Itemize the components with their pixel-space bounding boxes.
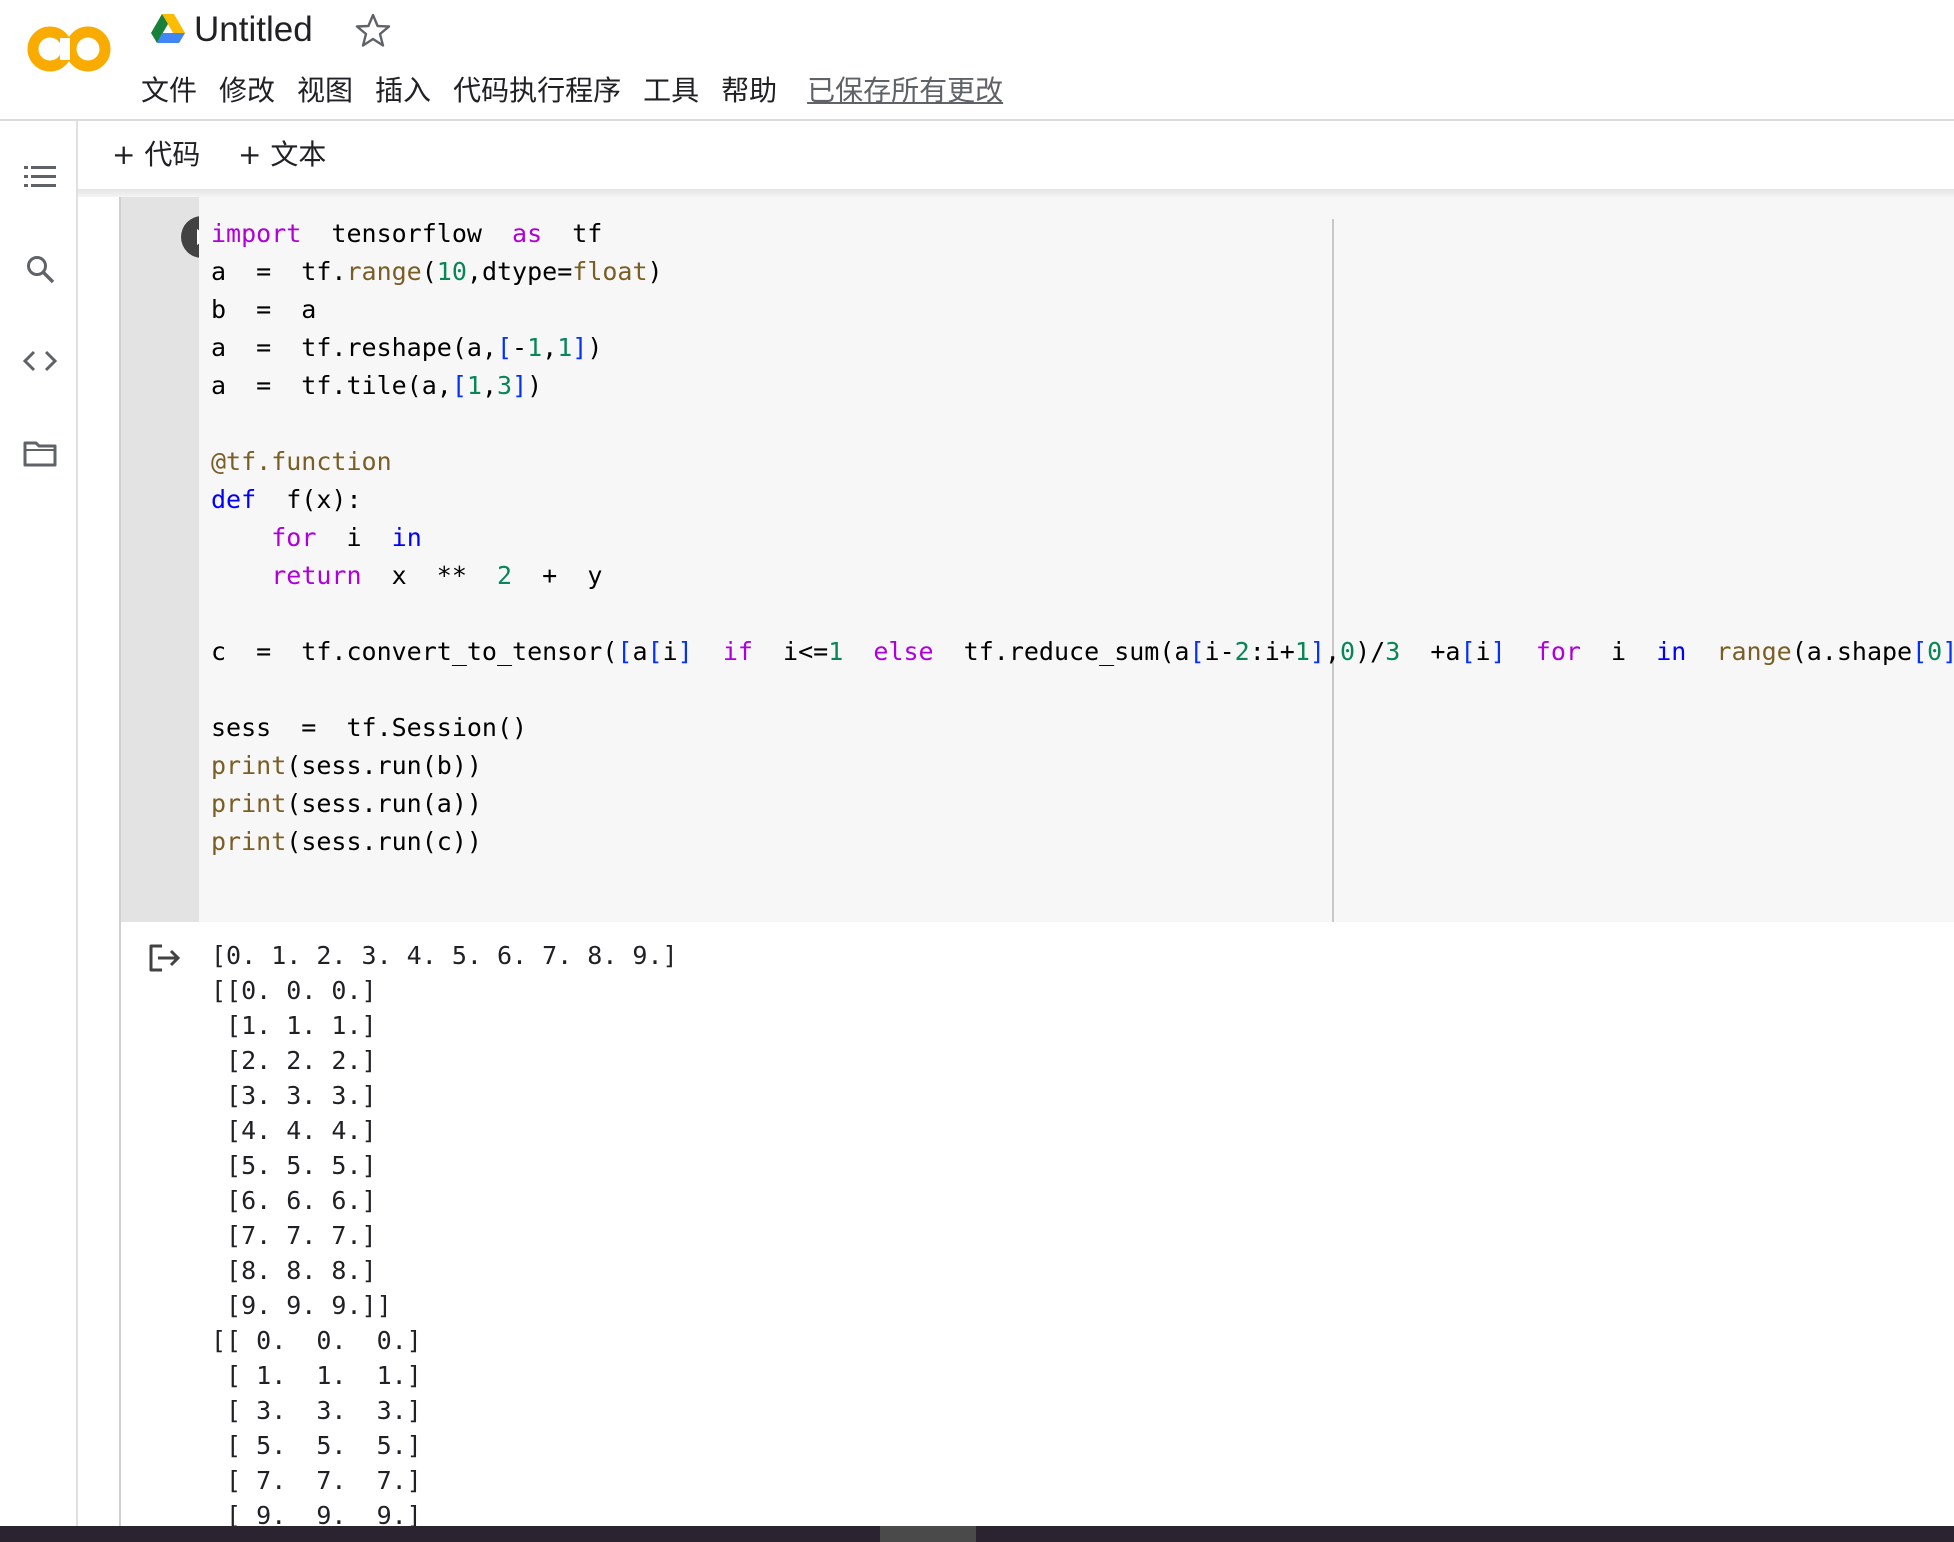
code-line: print(sess.run(c)): [211, 827, 482, 856]
code-line: b = a: [211, 295, 317, 324]
add-text-cell-button[interactable]: + 文本: [238, 135, 326, 175]
code-block[interactable]: import tensorflow as tf a = tf.range(10,d…: [211, 215, 1954, 861]
output-line: [5. 5. 5.]: [211, 1151, 377, 1180]
code-line: print(sess.run(a)): [211, 789, 482, 818]
code-line: a = tf.range(10,dtype=float): [211, 257, 663, 286]
output-line: [9. 9. 9.]]: [211, 1291, 392, 1320]
output-toggle-icon[interactable]: [148, 943, 182, 973]
output-line: [0. 1. 2. 3. 4. 5. 6. 7. 8. 9.]: [211, 941, 678, 970]
code-line: a = tf.tile(a,[1,3]): [211, 371, 543, 400]
output-line: [ 1. 1. 1.]: [211, 1361, 422, 1390]
output-line: [ 5. 5. 5.]: [211, 1431, 422, 1460]
code-editor[interactable]: import tensorflow as tf a = tf.range(10,d…: [199, 197, 1954, 922]
search-button[interactable]: [20, 249, 60, 289]
menu-help[interactable]: 帮助: [710, 68, 788, 114]
menu-tools[interactable]: 工具: [632, 68, 710, 114]
top-header: Untitled 文件 修改 视图 插入 代码执行程序 工具 帮助 已保存所有更…: [0, 0, 1954, 121]
code-line: c = tf.convert_to_tensor([a[i] if i<=1 e…: [211, 637, 1954, 666]
notebook-area: import tensorflow as tf a = tf.range(10,d…: [78, 197, 1954, 1530]
colab-page: Untitled 文件 修改 视图 插入 代码执行程序 工具 帮助 已保存所有更…: [0, 0, 1954, 1542]
code-snippets-icon: [23, 350, 57, 372]
google-drive-icon: [151, 14, 185, 43]
output-line: [[ 0. 0. 0.]: [211, 1326, 422, 1355]
code-snippets-button[interactable]: [20, 341, 60, 381]
code-line: sess = tf.Session(): [211, 713, 528, 742]
cell-toolbar: + 代码 + 文本: [78, 121, 1954, 189]
code-line: a = tf.reshape(a,[-1,1]): [211, 333, 603, 362]
output-line: [8. 8. 8.]: [211, 1256, 377, 1285]
output-line: [ 7. 7. 7.]: [211, 1466, 422, 1495]
horizontal-scrollbar-thumb[interactable]: [880, 1526, 976, 1542]
output-line: [2. 2. 2.]: [211, 1046, 377, 1075]
star-icon[interactable]: [354, 12, 392, 48]
menu-runtime[interactable]: 代码执行程序: [442, 68, 632, 114]
menu-file[interactable]: 文件: [130, 68, 208, 114]
menu-view[interactable]: 视图: [286, 68, 364, 114]
files-folder-icon: [23, 441, 57, 467]
code-line: return x ** 2 + y: [271, 561, 603, 590]
code-line: def f(x):: [211, 485, 362, 514]
save-status-link[interactable]: 已保存所有更改: [796, 68, 1014, 114]
colab-logo-icon[interactable]: [26, 18, 114, 80]
table-of-contents-icon: [24, 166, 56, 187]
output-line: [7. 7. 7.]: [211, 1221, 377, 1250]
output-line: [ 3. 3. 3.]: [211, 1396, 422, 1425]
code-line: for i in: [271, 523, 422, 552]
files-button[interactable]: [20, 433, 60, 473]
left-sidebar: [0, 121, 78, 1526]
output-line: [[0. 0. 0.]: [211, 976, 377, 1005]
notebook-title[interactable]: Untitled: [194, 6, 313, 54]
menu-insert[interactable]: 插入: [364, 68, 442, 114]
output-line: [6. 6. 6.]: [211, 1186, 377, 1215]
toolbar-divider: [78, 189, 1954, 197]
code-line: print(sess.run(b)): [211, 751, 482, 780]
output-line: [1. 1. 1.]: [211, 1011, 377, 1040]
search-icon: [27, 256, 55, 284]
menu-edit[interactable]: 修改: [208, 68, 286, 114]
code-line: @tf.function: [211, 447, 392, 476]
cell-gutter: [121, 197, 223, 922]
cell-output: [0. 1. 2. 3. 4. 5. 6. 7. 8. 9.] [[0. 0. 0…: [211, 938, 678, 1533]
output-line: [3. 3. 3.]: [211, 1081, 377, 1110]
bottom-status-bar: [0, 1526, 1954, 1542]
code-line: import tensorflow as tf: [211, 219, 603, 248]
menu-bar: 文件 修改 视图 插入 代码执行程序 工具 帮助 已保存所有更改: [130, 68, 1014, 114]
add-code-cell-button[interactable]: + 代码: [112, 135, 200, 175]
output-line: [4. 4. 4.]: [211, 1116, 377, 1145]
table-of-contents-button[interactable]: [20, 157, 60, 197]
